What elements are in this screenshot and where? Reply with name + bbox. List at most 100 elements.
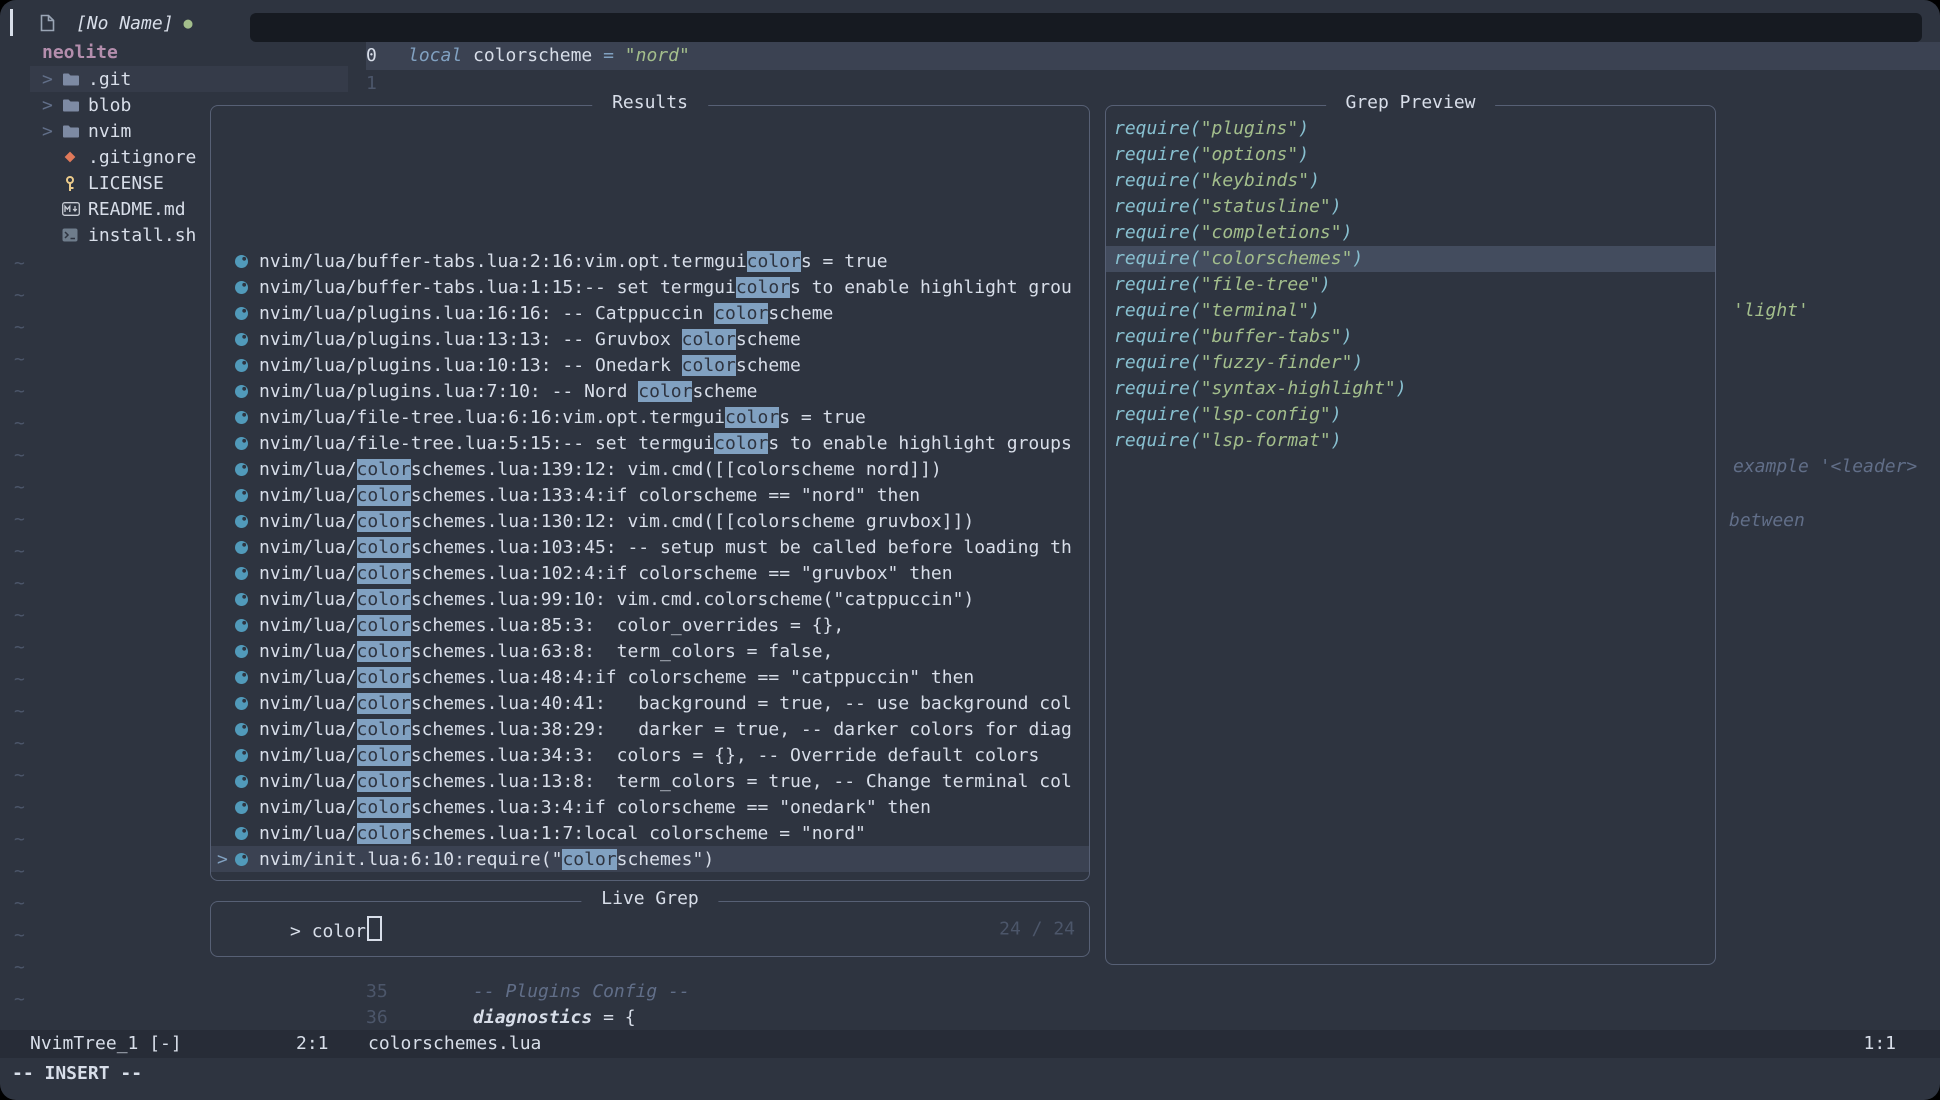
lua-icon: [234, 436, 259, 451]
filetree-item-label: install.sh: [88, 225, 196, 246]
preview-line: require("keybinds"): [1106, 168, 1715, 194]
code-key: diagnostics: [408, 1007, 592, 1028]
filetree-item-label: LICENSE: [88, 173, 164, 194]
empty-line-tilde: ~: [14, 536, 25, 568]
results-window: Results nvim/lua/buffer-tabs.lua:2:16:vi…: [210, 105, 1090, 881]
match-highlight: color: [725, 407, 779, 428]
lua-icon: [234, 410, 259, 425]
result-row[interactable]: nvim/lua/plugins.lua:13:13: -- Gruvbox c…: [211, 326, 1089, 352]
preview-line: require("statusline"): [1106, 194, 1715, 220]
result-row[interactable]: >nvim/init.lua:6:10:require("colorscheme…: [211, 846, 1089, 872]
buffer-line-36[interactable]: 36 diagnostics = {: [366, 1004, 1940, 1032]
empty-line-tilde: ~: [14, 984, 25, 1016]
empty-line-tilde: ~: [14, 472, 25, 504]
empty-line-tilde: ~: [14, 696, 25, 728]
filetree-item-git[interactable]: >.git: [30, 66, 348, 92]
result-row[interactable]: nvim/lua/colorschemes.lua:85:3: color_ov…: [211, 612, 1089, 638]
lua-icon: [234, 488, 259, 503]
lua-icon: [234, 774, 259, 789]
empty-line-tilde: ~: [14, 888, 25, 920]
preview-line: require("plugins"): [1106, 116, 1715, 142]
match-highlight: color: [357, 823, 411, 844]
statusline-cursor-position: 2:1: [296, 1030, 329, 1058]
lua-icon: [234, 540, 259, 555]
preview-title: Grep Preview: [1326, 92, 1496, 113]
preview-line: require("completions"): [1106, 220, 1715, 246]
result-row[interactable]: nvim/lua/colorschemes.lua:139:12: vim.cm…: [211, 456, 1089, 482]
result-row[interactable]: nvim/lua/colorschemes.lua:133:4:if color…: [211, 482, 1089, 508]
preview-line: require("lsp-format"): [1106, 428, 1715, 454]
tab-no-name[interactable]: [No Name] ●: [40, 8, 193, 38]
result-row[interactable]: nvim/lua/colorschemes.lua:130:12: vim.cm…: [211, 508, 1089, 534]
match-highlight: color: [357, 797, 411, 818]
buffer-cursorline[interactable]: 0 local colorscheme = "nord": [366, 42, 1940, 70]
match-highlight: color: [357, 459, 411, 480]
match-highlight: color: [357, 511, 411, 532]
result-row[interactable]: nvim/lua/file-tree.lua:6:16:vim.opt.term…: [211, 404, 1089, 430]
match-highlight: color: [357, 537, 411, 558]
match-highlight: color: [682, 329, 736, 350]
lua-icon: [234, 748, 259, 763]
filetree-item-label: nvim: [88, 121, 131, 142]
result-text: nvim/lua/plugins.lua:16:16: -- Catppucci…: [259, 303, 833, 324]
result-text: nvim/lua/buffer-tabs.lua:1:15:-- set ter…: [259, 277, 1072, 298]
lua-icon: [234, 618, 259, 633]
lua-icon: [234, 644, 259, 659]
modified-indicator-dot: ●: [184, 14, 193, 32]
match-highlight: color: [714, 303, 768, 324]
livegrep-title: Live Grep: [581, 888, 718, 909]
terminal-window: [No Name] ● 0 local colorscheme = "nord"…: [0, 0, 1940, 1100]
chevron-right-icon: >: [42, 121, 62, 142]
result-row[interactable]: nvim/lua/colorschemes.lua:102:4:if color…: [211, 560, 1089, 586]
code-keyword: local: [408, 45, 462, 66]
result-row[interactable]: nvim/lua/plugins.lua:16:16: -- Catppucci…: [211, 300, 1089, 326]
result-row[interactable]: nvim/lua/colorschemes.lua:1:7:local colo…: [211, 820, 1089, 846]
result-text: nvim/lua/colorschemes.lua:1:7:local colo…: [259, 823, 866, 844]
result-row[interactable]: nvim/lua/colorschemes.lua:99:10: vim.cmd…: [211, 586, 1089, 612]
line-number: 1: [366, 70, 390, 98]
result-text: nvim/lua/colorschemes.lua:85:3: color_ov…: [259, 615, 844, 636]
tab-label: [No Name]: [76, 13, 174, 34]
result-row[interactable]: nvim/lua/buffer-tabs.lua:2:16:vim.opt.te…: [211, 248, 1089, 274]
lua-icon: [234, 592, 259, 607]
preview-window: Grep Preview require("plugins")require("…: [1105, 105, 1716, 965]
match-highlight: color: [357, 615, 411, 636]
lua-icon: [234, 384, 259, 399]
text-cursor: [367, 916, 382, 941]
preview-line: require("syntax-highlight"): [1106, 376, 1715, 402]
empty-line-tilde: ~: [14, 856, 25, 888]
result-row[interactable]: nvim/lua/colorschemes.lua:48:4:if colors…: [211, 664, 1089, 690]
buffer-line-35[interactable]: 35 -- Plugins Config --: [366, 978, 1940, 1006]
match-highlight: color: [736, 277, 790, 298]
match-highlight: color: [357, 485, 411, 506]
lua-icon: [234, 800, 259, 815]
result-row[interactable]: nvim/lua/colorschemes.lua:103:45: -- set…: [211, 534, 1089, 560]
livegrep-input[interactable]: > color: [225, 895, 382, 963]
result-row[interactable]: nvim/lua/plugins.lua:7:10: -- Nord color…: [211, 378, 1089, 404]
result-text: nvim/init.lua:6:10:require("colorschemes…: [259, 849, 714, 870]
preview-line: require("file-tree"): [1106, 272, 1715, 298]
empty-line-tilde: ~: [14, 824, 25, 856]
result-row[interactable]: nvim/lua/colorschemes.lua:63:8: term_col…: [211, 638, 1089, 664]
result-row[interactable]: nvim/lua/colorschemes.lua:13:8: term_col…: [211, 768, 1089, 794]
result-text: nvim/lua/file-tree.lua:5:15:-- set termg…: [259, 433, 1072, 454]
preview-line: require("fuzzy-finder"): [1106, 350, 1715, 376]
result-row[interactable]: nvim/lua/plugins.lua:10:13: -- Onedark c…: [211, 352, 1089, 378]
result-text: nvim/lua/colorschemes.lua:38:29: darker …: [259, 719, 1072, 740]
line-number: 35: [366, 978, 390, 1006]
match-highlight: color: [357, 693, 411, 714]
result-text: nvim/lua/plugins.lua:10:13: -- Onedark c…: [259, 355, 801, 376]
code-string: "nord": [625, 45, 690, 66]
result-row[interactable]: nvim/lua/file-tree.lua:5:15:-- set termg…: [211, 430, 1089, 456]
match-highlight: color: [357, 641, 411, 662]
statusline: NvimTree_1 [-] 2:1 colorschemes.lua 1:1: [0, 1030, 1940, 1058]
line-number: 0: [366, 42, 390, 70]
tabline-fill: [250, 13, 1922, 42]
result-row[interactable]: nvim/lua/colorschemes.lua:38:29: darker …: [211, 716, 1089, 742]
empty-line-tilde: ~: [14, 312, 25, 344]
result-row[interactable]: nvim/lua/buffer-tabs.lua:1:15:-- set ter…: [211, 274, 1089, 300]
result-row[interactable]: nvim/lua/colorschemes.lua:40:41: backgro…: [211, 690, 1089, 716]
lua-icon: [234, 722, 259, 737]
result-row[interactable]: nvim/lua/colorschemes.lua:3:4:if colorsc…: [211, 794, 1089, 820]
result-row[interactable]: nvim/lua/colorschemes.lua:34:3: colors =…: [211, 742, 1089, 768]
